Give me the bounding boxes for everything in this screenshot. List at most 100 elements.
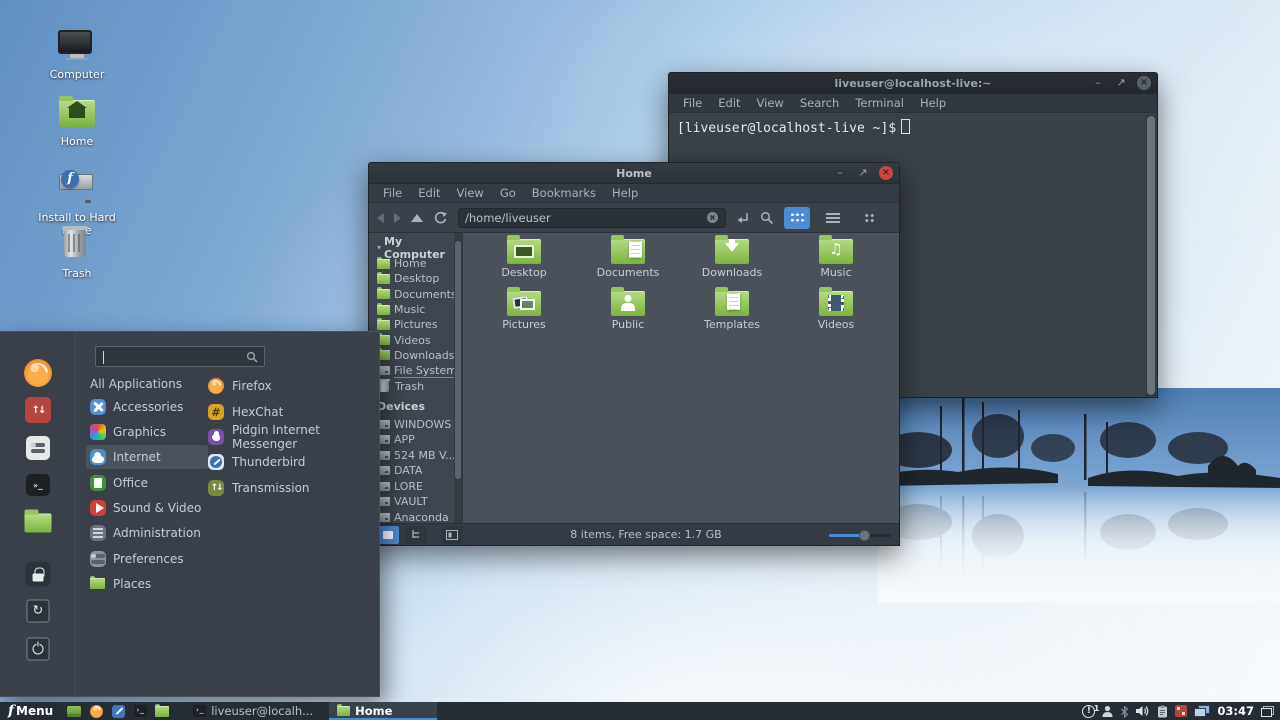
category-graphics[interactable]: Graphics — [86, 420, 208, 444]
slider-handle[interactable] — [859, 529, 870, 541]
sidebar-device[interactable]: APP — [377, 432, 462, 448]
sidebar-item-desktop[interactable]: Desktop — [377, 271, 462, 286]
list-view-button[interactable] — [820, 207, 846, 229]
sidebar-device[interactable]: LORE — [377, 479, 462, 495]
menu-terminal[interactable]: Terminal — [847, 96, 912, 110]
settings-launcher[interactable] — [26, 436, 50, 460]
sidebar-item-file-system[interactable]: File System — [377, 363, 462, 378]
user-icon[interactable] — [1102, 705, 1113, 717]
task-terminal[interactable]: ›_ liveuser@localh... — [185, 702, 321, 720]
menu-edit[interactable]: Edit — [710, 96, 748, 110]
removable-media-icon[interactable] — [1175, 705, 1188, 717]
up-icon[interactable] — [411, 213, 423, 222]
fm-titlebar[interactable]: Home – ↗ × — [369, 163, 899, 184]
app-pidgin[interactable]: Pidgin Internet Messenger — [208, 423, 374, 451]
menu-search-box[interactable] — [95, 346, 265, 367]
menu-view[interactable]: View — [749, 96, 792, 110]
sidebar-group-devices[interactable]: Devices — [377, 398, 462, 415]
sidebar-item-pictures[interactable]: Pictures — [377, 317, 462, 332]
firefox-launcher[interactable] — [24, 359, 52, 387]
folder-pictures[interactable]: Pictures — [502, 287, 546, 343]
maximize-button[interactable]: ↗ — [856, 166, 870, 180]
sidebar-item-downloads[interactable]: Downloads — [377, 348, 462, 363]
folder-documents[interactable]: Documents — [597, 235, 659, 291]
sidebar-item-videos[interactable]: Videos — [377, 332, 462, 347]
back-icon[interactable] — [377, 212, 384, 223]
bluetooth-icon[interactable] — [1120, 705, 1129, 718]
sidebar-item-documents[interactable]: Documents — [377, 287, 462, 302]
sidebar-item-music[interactable]: Music — [377, 302, 462, 317]
icon-view-button[interactable] — [784, 206, 810, 229]
clipboard-icon[interactable] — [1157, 705, 1168, 718]
menu-help[interactable]: Help — [912, 96, 954, 110]
clock[interactable]: 03:47 — [1217, 704, 1254, 718]
sidebar-device[interactable]: WINDOWS — [377, 417, 462, 433]
menu-view[interactable]: View — [449, 186, 492, 200]
folder-templates[interactable]: Templates — [704, 287, 760, 343]
places-pane-button[interactable] — [377, 525, 399, 544]
terminal-titlebar[interactable]: liveuser@localhost-live:~ – ↗ × — [669, 73, 1157, 94]
transmission-launcher[interactable]: ↑↓ — [25, 397, 51, 423]
app-hexchat[interactable]: # HexChat — [208, 400, 374, 424]
task-home[interactable]: Home — [329, 702, 438, 720]
shutdown-button[interactable] — [26, 637, 50, 661]
close-button[interactable]: × — [879, 166, 893, 180]
menu-go[interactable]: Go — [492, 186, 524, 200]
app-transmission[interactable]: ↑↓ Transmission — [208, 476, 374, 500]
scrollbar-thumb[interactable] — [1147, 116, 1155, 395]
category-office[interactable]: Office — [86, 471, 208, 495]
menu-search[interactable]: Search — [792, 96, 848, 110]
folder-videos[interactable]: Videos — [818, 287, 854, 343]
category-sound-video[interactable]: Sound & Video — [86, 496, 208, 520]
compact-view-button[interactable] — [856, 207, 882, 229]
menu-bookmarks[interactable]: Bookmarks — [524, 186, 604, 200]
desktop-icon-trash[interactable]: Trash — [37, 226, 117, 280]
category-preferences[interactable]: Preferences — [86, 547, 208, 571]
zoom-slider[interactable] — [829, 528, 891, 542]
file-manager-launcher[interactable] — [24, 509, 52, 533]
maximize-button[interactable]: ↗ — [1114, 76, 1128, 90]
sidebar-device[interactable]: Anaconda — [377, 510, 462, 523]
terminal-scrollbar[interactable] — [1146, 115, 1156, 396]
sidebar-group-computer[interactable]: ▾ My Computer — [377, 235, 462, 261]
volume-icon[interactable] — [1136, 705, 1150, 717]
tree-pane-button[interactable] — [405, 525, 427, 544]
category-internet[interactable]: Internet — [86, 445, 208, 469]
desktop-icon-home[interactable]: Home — [37, 96, 117, 148]
sidebar-device[interactable]: 524 MB V... — [377, 448, 462, 464]
scrollbar-thumb[interactable] — [455, 241, 461, 479]
sidebar-device[interactable]: VAULT — [377, 494, 462, 510]
files-quicklaunch[interactable] — [153, 703, 171, 719]
menu-file[interactable]: File — [375, 186, 410, 200]
desktop-icon-computer[interactable]: Computer — [37, 30, 117, 81]
sidebar-device[interactable]: DATA — [377, 463, 462, 479]
category-all-applications[interactable]: All Applications — [86, 372, 208, 396]
minimize-button[interactable]: – — [833, 166, 847, 180]
category-administration[interactable]: Administration — [86, 521, 208, 545]
folder-downloads[interactable]: Downloads — [702, 235, 762, 291]
firefox-quicklaunch[interactable] — [87, 703, 105, 719]
path-field[interactable]: /home/liveuser — [458, 207, 726, 228]
folder-desktop[interactable]: Desktop — [501, 235, 547, 291]
app-firefox[interactable]: Firefox — [208, 374, 374, 398]
split-view-button[interactable] — [441, 525, 463, 544]
menu-file[interactable]: File — [675, 96, 710, 110]
search-input[interactable] — [96, 347, 264, 366]
folder-public[interactable]: Public — [611, 287, 645, 343]
fm-file-area[interactable]: Desktop Documents Downloads ♫ Music Pict… — [463, 233, 899, 523]
notifications-icon[interactable]: ! 1 — [1082, 704, 1099, 718]
forward-icon[interactable] — [394, 212, 401, 223]
clear-path-icon[interactable] — [706, 211, 719, 224]
category-accessories[interactable]: Accessories — [86, 395, 208, 419]
network-icon[interactable] — [1194, 704, 1211, 718]
pager-icon[interactable] — [1261, 705, 1274, 717]
category-places[interactable]: Places — [86, 572, 208, 596]
lock-screen-button[interactable] — [25, 561, 51, 587]
terminal-launcher[interactable]: »_ — [26, 474, 50, 496]
folder-music[interactable]: ♫ Music — [819, 235, 853, 291]
menu-button[interactable]: f Menu — [4, 703, 61, 719]
minimize-button[interactable]: – — [1091, 76, 1105, 90]
menu-edit[interactable]: Edit — [410, 186, 448, 200]
show-desktop-button[interactable] — [65, 703, 83, 719]
terminal-quicklaunch[interactable]: ›_ — [131, 703, 149, 719]
